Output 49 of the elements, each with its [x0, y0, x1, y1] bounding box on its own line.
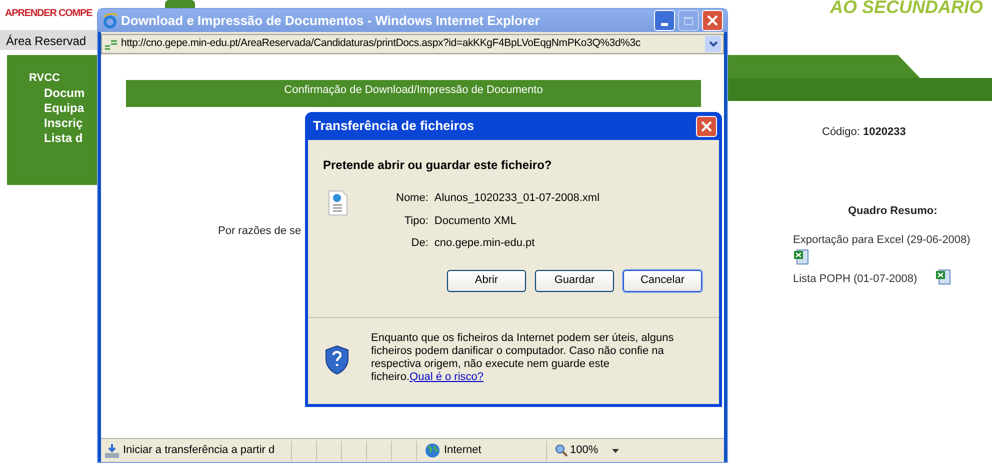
chevron-down-icon [708, 40, 718, 46]
zoom-icon [555, 444, 568, 457]
sidebar-subitem[interactable]: Lista d [44, 131, 100, 146]
section-bar: Área Reservad [0, 30, 100, 50]
summary-link[interactable]: Exportação para Excel (29-06-2008) [793, 232, 970, 248]
summary-link[interactable]: Lista POPH (01-07-2008) [793, 270, 918, 287]
address-field[interactable]: http://cno.gepe.min-edu.pt/AreaReservada/Candidaturas/printDocs.aspx?id=akKKgF4BpLVoEqgNmPKo3Q%3d%3c [101, 34, 724, 54]
security-zone: Internet [444, 443, 482, 458]
zoom-level[interactable]: 100% [570, 442, 598, 459]
dropdown-button[interactable] [705, 36, 721, 52]
excel-file-icon[interactable] [935, 268, 952, 284]
risk-link[interactable]: Qual é o risco? [410, 370, 484, 382]
field-value: cno.gepe.min-edu.pt [434, 236, 536, 251]
field-value: Documento XML [434, 214, 518, 228]
field-label: De: [410, 236, 428, 251]
close-button[interactable] [702, 10, 723, 31]
code-text: Código: 1020233 [822, 125, 906, 140]
field-label: Tipo: [403, 214, 428, 228]
window-title: Download e Impressão de Documentos - Windows Internet Explorer [121, 12, 541, 30]
sidebar-item[interactable]: RVCC [29, 71, 100, 86]
warning-text: Enquanto que os ficheiros da Internet podem ser úteis, alguns ficheiros podem danificar o computador. Caso não confie na respectiva origem, não execute nem guarde este ficheiro.Qual é o risco? [371, 332, 675, 384]
confirmation-banner: Confirmação de Download/Impressão de Documento [126, 80, 701, 107]
dialog-button[interactable]: Abrir [447, 270, 526, 292]
download-icon [104, 442, 120, 458]
field-value: Alunos_1020233_01-07-2008.xml [434, 191, 600, 206]
dialog-title: Transferência de ficheiros [313, 117, 476, 136]
sidebar-subitem[interactable]: Inscriç [44, 116, 100, 131]
caret-icon[interactable] [612, 448, 620, 452]
field-label: Nome: [396, 191, 428, 206]
browser-logo-icon [102, 12, 118, 28]
shield-help-icon [325, 344, 349, 374]
minimize-button[interactable] [654, 10, 675, 31]
globe-icon [425, 443, 440, 458]
close-icon [707, 15, 718, 26]
xml-file-icon [328, 190, 348, 216]
excel-file-icon[interactable] [793, 248, 809, 264]
site-tagline: AO SECUNDARIO [830, 0, 984, 19]
status-message: Iniciar a transferência a partir d [123, 443, 276, 458]
dialog-button[interactable]: Cancelar [623, 270, 702, 292]
body-text: Por razões de se [218, 224, 302, 239]
sidebar-subitem[interactable]: Equipa [44, 101, 100, 116]
summary-title: Quadro Resumo: [848, 204, 938, 219]
close-icon [701, 120, 712, 132]
sidebar-subitem[interactable]: Docum [44, 86, 100, 101]
close-button[interactable] [696, 116, 717, 136]
site-logo-text: APRENDER COMPE [5, 7, 92, 21]
dialog-button[interactable]: Guardar [535, 270, 614, 292]
page-icon [104, 38, 118, 50]
dialog-question: Pretende abrir ou guardar este ficheiro? [323, 157, 553, 174]
